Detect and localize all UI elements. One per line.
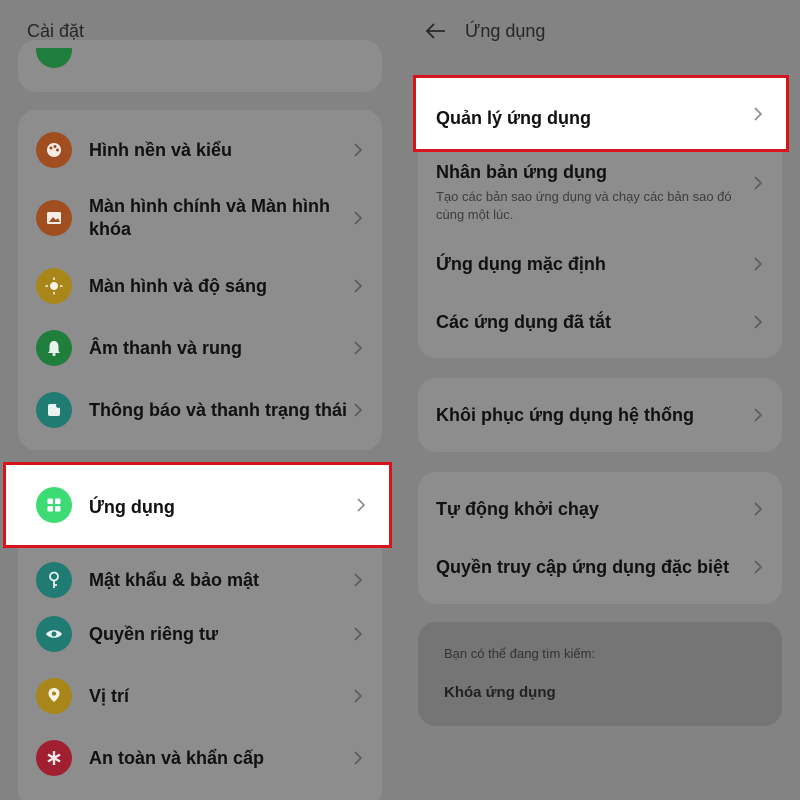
menu-item-label: Ứng dụng mặc định — [436, 253, 606, 274]
menu-item-label: Nhân bản ứng dụng — [436, 162, 608, 182]
suggestion-title: Bạn có thể đang tìm kiếm: — [444, 646, 596, 661]
chevron-right-icon — [354, 341, 363, 355]
menu-item-label: Quản lý ứng dụng — [436, 108, 592, 128]
settings-item-label: Ứng dụng — [89, 497, 175, 517]
chevron-right-icon — [354, 403, 363, 417]
chevron-right-icon — [754, 257, 763, 271]
settings-item-notifications[interactable]: Thông báo và thanh trạng thái — [18, 378, 382, 442]
settings-item-location[interactable]: Vị trí — [18, 664, 382, 728]
settings-item-wallpaper[interactable]: Hình nền và kiểu — [18, 110, 382, 190]
settings-item-privacy[interactable]: Quyền riêng tư — [18, 602, 382, 666]
privacy-eye-icon — [36, 616, 72, 652]
palette-icon — [36, 132, 72, 168]
settings-item-label: Thông báo và thanh trạng thái — [89, 399, 347, 420]
menu-item-label: Khôi phục ứng dụng hệ thống — [436, 404, 694, 425]
menu-item-restore-system-apps[interactable]: Khôi phục ứng dụng hệ thống — [418, 378, 782, 452]
menu-item-special-app-access[interactable]: Quyền truy cập ứng dụng đặc biệt — [418, 538, 782, 596]
settings-item-apps[interactable]: Ứng dụng — [3, 462, 392, 548]
menu-item-auto-launch[interactable]: Tự động khởi chạy — [418, 480, 782, 538]
key-icon — [36, 562, 72, 598]
location-pin-icon — [36, 678, 72, 714]
settings-item-safety-emergency[interactable]: An toàn và khẩn cấp — [18, 726, 382, 790]
notification-icon — [36, 392, 72, 428]
permissions-card: Tự động khởi chạy Quyền truy cập ứng dụn… — [418, 472, 782, 604]
menu-item-description: Tạo các bản sao ứng dụng và chạy các bản… — [436, 189, 732, 222]
chevron-right-icon — [354, 751, 363, 765]
bell-icon — [36, 330, 72, 366]
settings-panel: Cài đặt Hình nền và kiểu Màn hình chính … — [0, 0, 400, 800]
personalization-card: Hình nền và kiểu Màn hình chính và Màn h… — [18, 110, 382, 450]
menu-item-clone-apps[interactable]: Nhân bản ứng dụng Tạo các bản sao ứng dụ… — [418, 144, 782, 222]
chevron-right-icon — [354, 573, 363, 587]
chevron-right-icon — [354, 143, 363, 157]
settings-item-label: Vị trí — [89, 685, 130, 706]
settings-item-label: Mật khẩu & bảo mật — [89, 569, 260, 590]
chevron-right-icon — [354, 689, 363, 703]
settings-item-label: Hình nền và kiểu — [89, 139, 233, 160]
chevron-right-icon — [754, 106, 763, 121]
sun-icon — [36, 268, 72, 304]
chevron-right-icon — [754, 408, 763, 422]
partial-item-icon — [36, 48, 72, 68]
asterisk-icon — [36, 740, 72, 776]
chevron-right-icon — [754, 560, 763, 574]
menu-item-manage-apps[interactable]: Quản lý ứng dụng — [413, 75, 789, 152]
settings-item-label: Màn hình chính và Màn hình khóa — [89, 196, 330, 239]
settings-item-label: Quyền riêng tư — [89, 623, 219, 644]
chevron-right-icon — [754, 502, 763, 516]
menu-item-label: Các ứng dụng đã tắt — [436, 311, 612, 332]
back-arrow-icon[interactable] — [424, 19, 448, 43]
chevron-right-icon — [754, 176, 763, 190]
menu-item-default-apps[interactable]: Ứng dụng mặc định — [418, 236, 782, 292]
chevron-right-icon — [754, 315, 763, 329]
chevron-right-icon — [354, 211, 363, 225]
image-icon — [36, 200, 72, 236]
settings-item-label: Màn hình và độ sáng — [89, 275, 268, 296]
settings-item-home-lock-screen[interactable]: Màn hình chính và Màn hình khóa — [18, 182, 382, 254]
suggestion-link-app-lock[interactable]: Khóa ứng dụng — [444, 684, 556, 701]
page-title: Ứng dụng — [465, 21, 546, 41]
apps-grid-icon — [36, 487, 72, 523]
menu-item-disabled-apps[interactable]: Các ứng dụng đã tắt — [418, 294, 782, 350]
settings-item-label: An toàn và khẩn cấp — [89, 747, 265, 768]
settings-item-display-brightness[interactable]: Màn hình và độ sáng — [18, 254, 382, 318]
settings-item-label: Âm thanh và rung — [89, 337, 243, 358]
chevron-right-icon — [354, 279, 363, 293]
menu-item-label: Quyền truy cập ứng dụng đặc biệt — [436, 556, 730, 577]
page-title: Cài đặt — [27, 21, 85, 41]
chevron-right-icon — [357, 498, 366, 512]
restore-card: Khôi phục ứng dụng hệ thống — [418, 378, 782, 452]
menu-item-label: Tự động khởi chạy — [436, 498, 599, 519]
chevron-right-icon — [354, 627, 363, 641]
top-settings-card — [18, 40, 382, 92]
suggestion-card: Bạn có thể đang tìm kiếm: Khóa ứng dụng — [418, 622, 782, 726]
settings-item-sound-vibration[interactable]: Âm thanh và rung — [18, 316, 382, 380]
